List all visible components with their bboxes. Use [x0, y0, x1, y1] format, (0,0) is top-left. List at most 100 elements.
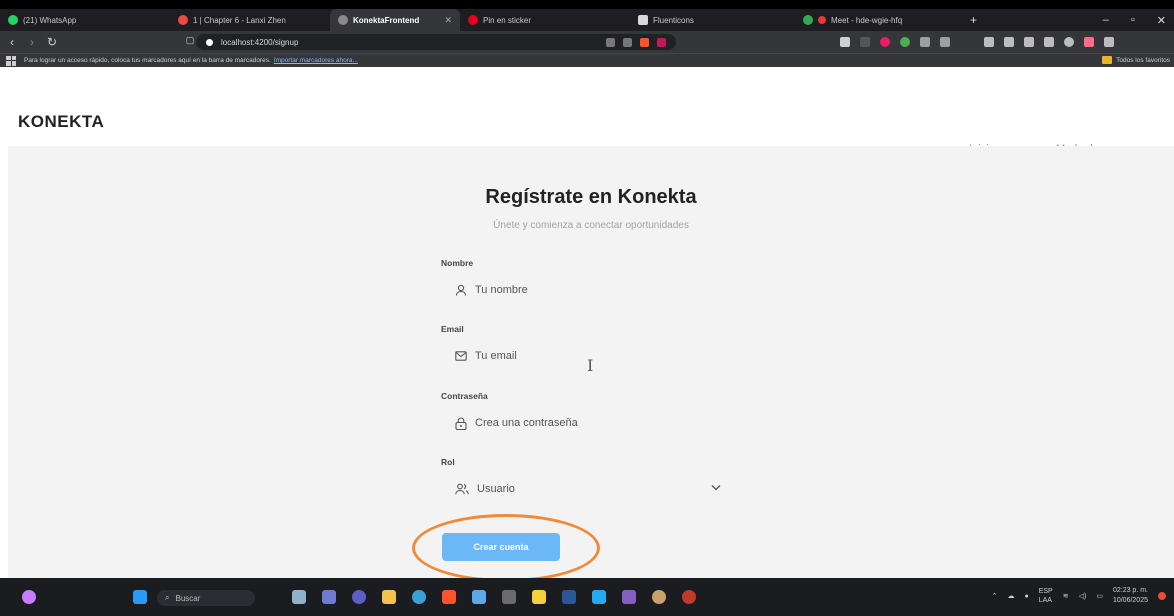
users-icon: [455, 483, 469, 495]
password-placeholder: Crea una contraseña: [475, 417, 578, 429]
vscode-icon[interactable]: [592, 590, 606, 604]
volume-icon[interactable]: ◁): [1079, 592, 1087, 600]
fluenticons-icon: [638, 15, 648, 25]
name-placeholder: Tu nombre: [475, 284, 528, 296]
chrome-icon[interactable]: [682, 590, 696, 604]
tab-fluenticons[interactable]: Fluenticons: [630, 9, 740, 31]
sidebar-icon[interactable]: [1004, 37, 1014, 47]
teams-icon[interactable]: [352, 590, 366, 604]
signup-page: Regístrate en Konekta Únete y comienza a…: [8, 146, 1174, 582]
tab-meet[interactable]: Meet - hde-wgie-hfq: [795, 9, 960, 31]
system-tray: ⌃ ☁ ● ESP LAA ≋ ◁) ▭ 02:23 p. m. 10/06/2…: [992, 586, 1166, 606]
close-icon[interactable]: ✕: [438, 15, 452, 26]
download-icon[interactable]: [984, 37, 994, 47]
extension-icon[interactable]: [940, 37, 950, 47]
password-input[interactable]: Crea una contraseña: [441, 410, 741, 436]
mail-icon: [455, 351, 467, 361]
url-text[interactable]: localhost:4200/signup: [221, 38, 298, 47]
forward-icon[interactable]: ›: [24, 35, 40, 49]
role-label: Rol: [441, 457, 455, 467]
tab-label: Meet - hde-wgie-hfq: [831, 15, 903, 25]
bookmarks-bar: Para lograr un acceso rápido, coloca tus…: [0, 53, 1174, 67]
extension-icon[interactable]: [860, 37, 870, 47]
top-strip: [0, 0, 1174, 9]
window-controls: – ▫ ✕: [1103, 14, 1174, 27]
extensions-toolbar: [840, 37, 1114, 47]
wifi-icon[interactable]: ≋: [1063, 592, 1069, 600]
folder-icon: [1102, 56, 1113, 64]
brave-shield-icon[interactable]: [640, 37, 649, 47]
reload-icon[interactable]: ↻: [44, 35, 60, 49]
language-indicator[interactable]: ESP LAA: [1039, 587, 1053, 605]
chevron-up-icon[interactable]: ⌃: [992, 592, 998, 600]
clock[interactable]: 02:23 p. m. 10/06/2025: [1113, 586, 1148, 606]
logo[interactable]: KONEKTA: [18, 112, 104, 132]
calculator-icon[interactable]: [502, 590, 516, 604]
omnibox[interactable]: localhost:4200/signup: [196, 34, 676, 50]
language-code: ESP: [1038, 588, 1053, 595]
app-icon[interactable]: [472, 590, 486, 604]
edge-icon[interactable]: [412, 590, 426, 604]
email-label: Email: [441, 324, 464, 334]
file-explorer-icon[interactable]: [382, 590, 396, 604]
wallet-icon[interactable]: [1024, 37, 1034, 47]
tab-pinterest[interactable]: Pin en sticker: [460, 9, 570, 31]
app-icon[interactable]: [652, 590, 666, 604]
back-icon[interactable]: ‹: [4, 35, 20, 49]
address-bar: ‹ › ↻ ▢ localhost:4200/signup: [0, 31, 1174, 53]
chevron-down-icon: [711, 485, 721, 491]
globe-icon: [338, 15, 348, 25]
start-icon[interactable]: [133, 590, 147, 604]
all-bookmarks-button[interactable]: Todos los favoritos: [1102, 56, 1170, 64]
brave-icon[interactable]: [442, 590, 456, 604]
visual-studio-icon[interactable]: [622, 590, 636, 604]
tab-label: 1 | Chapter 6 - Lanxi Zhen: [193, 15, 286, 25]
widgets-icon[interactable]: [322, 590, 336, 604]
extension-icon[interactable]: [900, 37, 910, 47]
battery-icon[interactable]: ▭: [1096, 592, 1103, 600]
role-value: Usuario: [477, 483, 515, 495]
menu-icon[interactable]: [1104, 37, 1114, 47]
share-icon[interactable]: [623, 37, 632, 47]
translate-icon[interactable]: [606, 37, 615, 47]
mic-icon[interactable]: ●: [1024, 593, 1028, 600]
sticky-notes-icon[interactable]: [532, 590, 546, 604]
page-subtitle: Únete y comienza a conectar oportunidade…: [493, 220, 689, 231]
email-placeholder: Tu email: [475, 350, 517, 362]
close-window-icon[interactable]: ✕: [1157, 14, 1166, 27]
vpn-icon[interactable]: [1044, 37, 1054, 47]
app-header: KONEKTA: [8, 67, 1174, 147]
minimize-icon[interactable]: –: [1103, 14, 1109, 27]
name-input[interactable]: Tu nombre: [441, 277, 741, 303]
tab-whatsapp[interactable]: (21) WhatsApp: [0, 9, 125, 31]
cloud-icon[interactable]: ☁: [1007, 592, 1014, 600]
taskbar-search[interactable]: ⌕ Buscar: [157, 590, 255, 606]
new-tab-button[interactable]: +: [960, 13, 987, 27]
import-bookmarks-link[interactable]: Importar marcadores ahora...: [274, 57, 358, 64]
rewards-icon[interactable]: [657, 37, 666, 47]
copilot-icon[interactable]: [22, 590, 36, 604]
tab-label: Pin en sticker: [483, 15, 532, 25]
page-title: Regístrate en Konekta: [485, 186, 697, 208]
site-info-icon[interactable]: [206, 38, 213, 46]
omnibox-icons: [606, 37, 676, 47]
tab-konekta[interactable]: KonektaFrontend ✕: [330, 9, 460, 31]
extension-icon[interactable]: [840, 37, 850, 47]
reader-icon: [178, 15, 188, 25]
notification-icon[interactable]: [1158, 592, 1166, 600]
puzzle-icon[interactable]: [920, 37, 930, 47]
apps-grid-icon[interactable]: [6, 55, 16, 66]
whatsapp-icon: [8, 15, 18, 25]
task-view-icon[interactable]: [292, 590, 306, 604]
extension-icon[interactable]: [880, 37, 890, 47]
profile-icon[interactable]: [1064, 37, 1074, 47]
all-bookmarks-label: Todos los favoritos: [1116, 56, 1170, 64]
leo-icon[interactable]: [1084, 37, 1094, 47]
role-select[interactable]: Usuario: [441, 476, 741, 502]
tab-chapter[interactable]: 1 | Chapter 6 - Lanxi Zhen: [170, 9, 320, 31]
tab-label: (21) WhatsApp: [23, 15, 77, 25]
word-icon[interactable]: [562, 590, 576, 604]
text-cursor: I: [587, 356, 594, 375]
maximize-icon[interactable]: ▫: [1131, 14, 1135, 27]
tab-label: Fluenticons: [653, 15, 694, 25]
